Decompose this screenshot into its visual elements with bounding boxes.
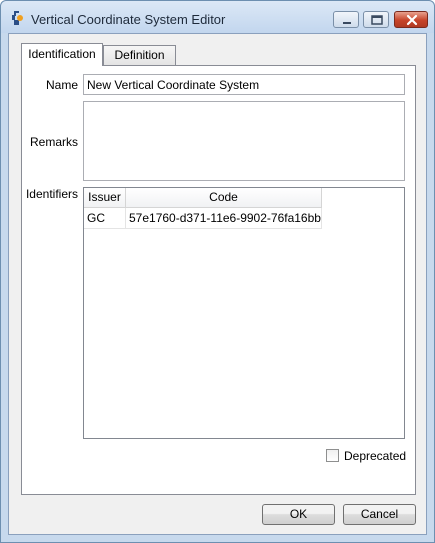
- identification-panel: Name Remarks Identifiers Issuer Code GC …: [21, 65, 416, 495]
- dialog-client-area: Identification Definition Name Remarks I…: [8, 33, 427, 535]
- cancel-button[interactable]: Cancel: [343, 504, 416, 525]
- name-input[interactable]: [83, 74, 405, 95]
- remarks-label: Remarks: [29, 135, 78, 149]
- grid-header: Issuer Code: [84, 188, 404, 208]
- identifiers-grid[interactable]: Issuer Code GC 57e1760-d371-11e6-9902-76…: [83, 187, 405, 439]
- remarks-textarea[interactable]: [83, 101, 405, 181]
- table-row[interactable]: GC 57e1760-d371-11e6-9902-76fa16bb11a: [84, 208, 322, 229]
- maximize-button[interactable]: [363, 11, 389, 28]
- minimize-button[interactable]: [333, 11, 359, 28]
- identifiers-label: Identifiers: [25, 187, 78, 201]
- minimize-icon: [343, 22, 351, 24]
- name-label: Name: [45, 78, 78, 92]
- cell-issuer[interactable]: GC: [84, 208, 126, 229]
- cell-code[interactable]: 57e1760-d371-11e6-9902-76fa16bb11a: [126, 208, 322, 229]
- tab-definition[interactable]: Definition: [103, 45, 176, 66]
- ok-button[interactable]: OK: [262, 504, 335, 525]
- deprecated-label: Deprecated: [344, 449, 407, 463]
- title-bar[interactable]: Vertical Coordinate System Editor: [1, 1, 434, 33]
- editor-window: Vertical Coordinate System Editor Identi…: [0, 0, 435, 543]
- tab-identification[interactable]: Identification: [21, 43, 103, 66]
- app-gear-icon: [9, 10, 25, 26]
- close-button[interactable]: [394, 11, 428, 28]
- window-title: Vertical Coordinate System Editor: [31, 12, 226, 27]
- deprecated-checkbox[interactable]: [326, 449, 339, 462]
- column-header-code[interactable]: Code: [126, 188, 322, 208]
- column-header-issuer[interactable]: Issuer: [84, 188, 126, 208]
- maximize-icon: [371, 15, 383, 25]
- close-icon: [406, 14, 418, 26]
